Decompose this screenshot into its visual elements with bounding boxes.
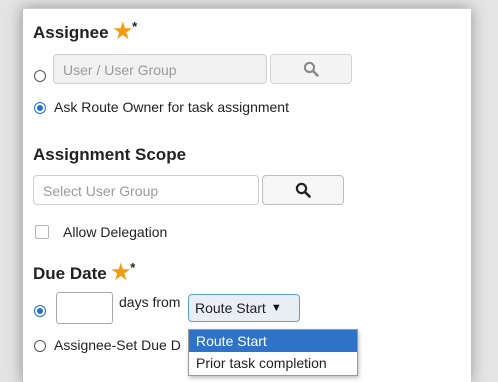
required-star-icon: ★ — [111, 261, 131, 284]
due-date-title: Due Date — [33, 264, 107, 283]
chevron-down-icon: ▼ — [270, 302, 282, 314]
required-asterisk: * — [130, 260, 136, 275]
days-input[interactable] — [56, 292, 113, 324]
days-from-label: days from — [119, 294, 181, 310]
search-icon — [295, 182, 311, 198]
assignment-scope-search-button[interactable] — [262, 175, 344, 205]
required-asterisk: * — [132, 19, 138, 34]
radio-days-from[interactable] — [34, 305, 46, 317]
due-date-heading: Due Date ★* — [33, 260, 135, 285]
assignee-heading: Assignee ★* — [33, 19, 137, 44]
selected-option: Route Start — [195, 300, 266, 316]
assignee-search-button[interactable] — [270, 54, 352, 84]
task-assignment-panel: Assignee ★* User / User Group Ask Route … — [22, 8, 471, 382]
user-group-field[interactable]: User / User Group — [53, 54, 267, 84]
assignment-scope-heading: Assignment Scope — [33, 145, 187, 164]
radio-assignee-set[interactable] — [34, 340, 46, 352]
radio-user-group[interactable] — [34, 70, 46, 82]
search-icon — [303, 61, 319, 77]
required-star-icon: ★ — [113, 20, 133, 43]
allow-delegation-label: Allow Delegation — [63, 224, 168, 240]
days-from-select[interactable]: Route Start ▼ — [188, 294, 300, 322]
ask-route-owner-label: Ask Route Owner for task assignment — [54, 99, 289, 115]
dropdown-option-prior-task[interactable]: Prior task completion — [189, 352, 357, 374]
allow-delegation-checkbox[interactable] — [35, 225, 49, 239]
assignee-title: Assignee — [33, 23, 109, 42]
select-user-group-field[interactable]: Select User Group — [33, 175, 259, 205]
days-from-dropdown: Route Start Prior task completion — [188, 329, 358, 376]
dropdown-option-route-start[interactable]: Route Start — [189, 330, 357, 352]
assignee-set-due-date-label: Assignee-Set Due D — [54, 337, 181, 353]
radio-ask-route-owner[interactable] — [34, 102, 46, 114]
